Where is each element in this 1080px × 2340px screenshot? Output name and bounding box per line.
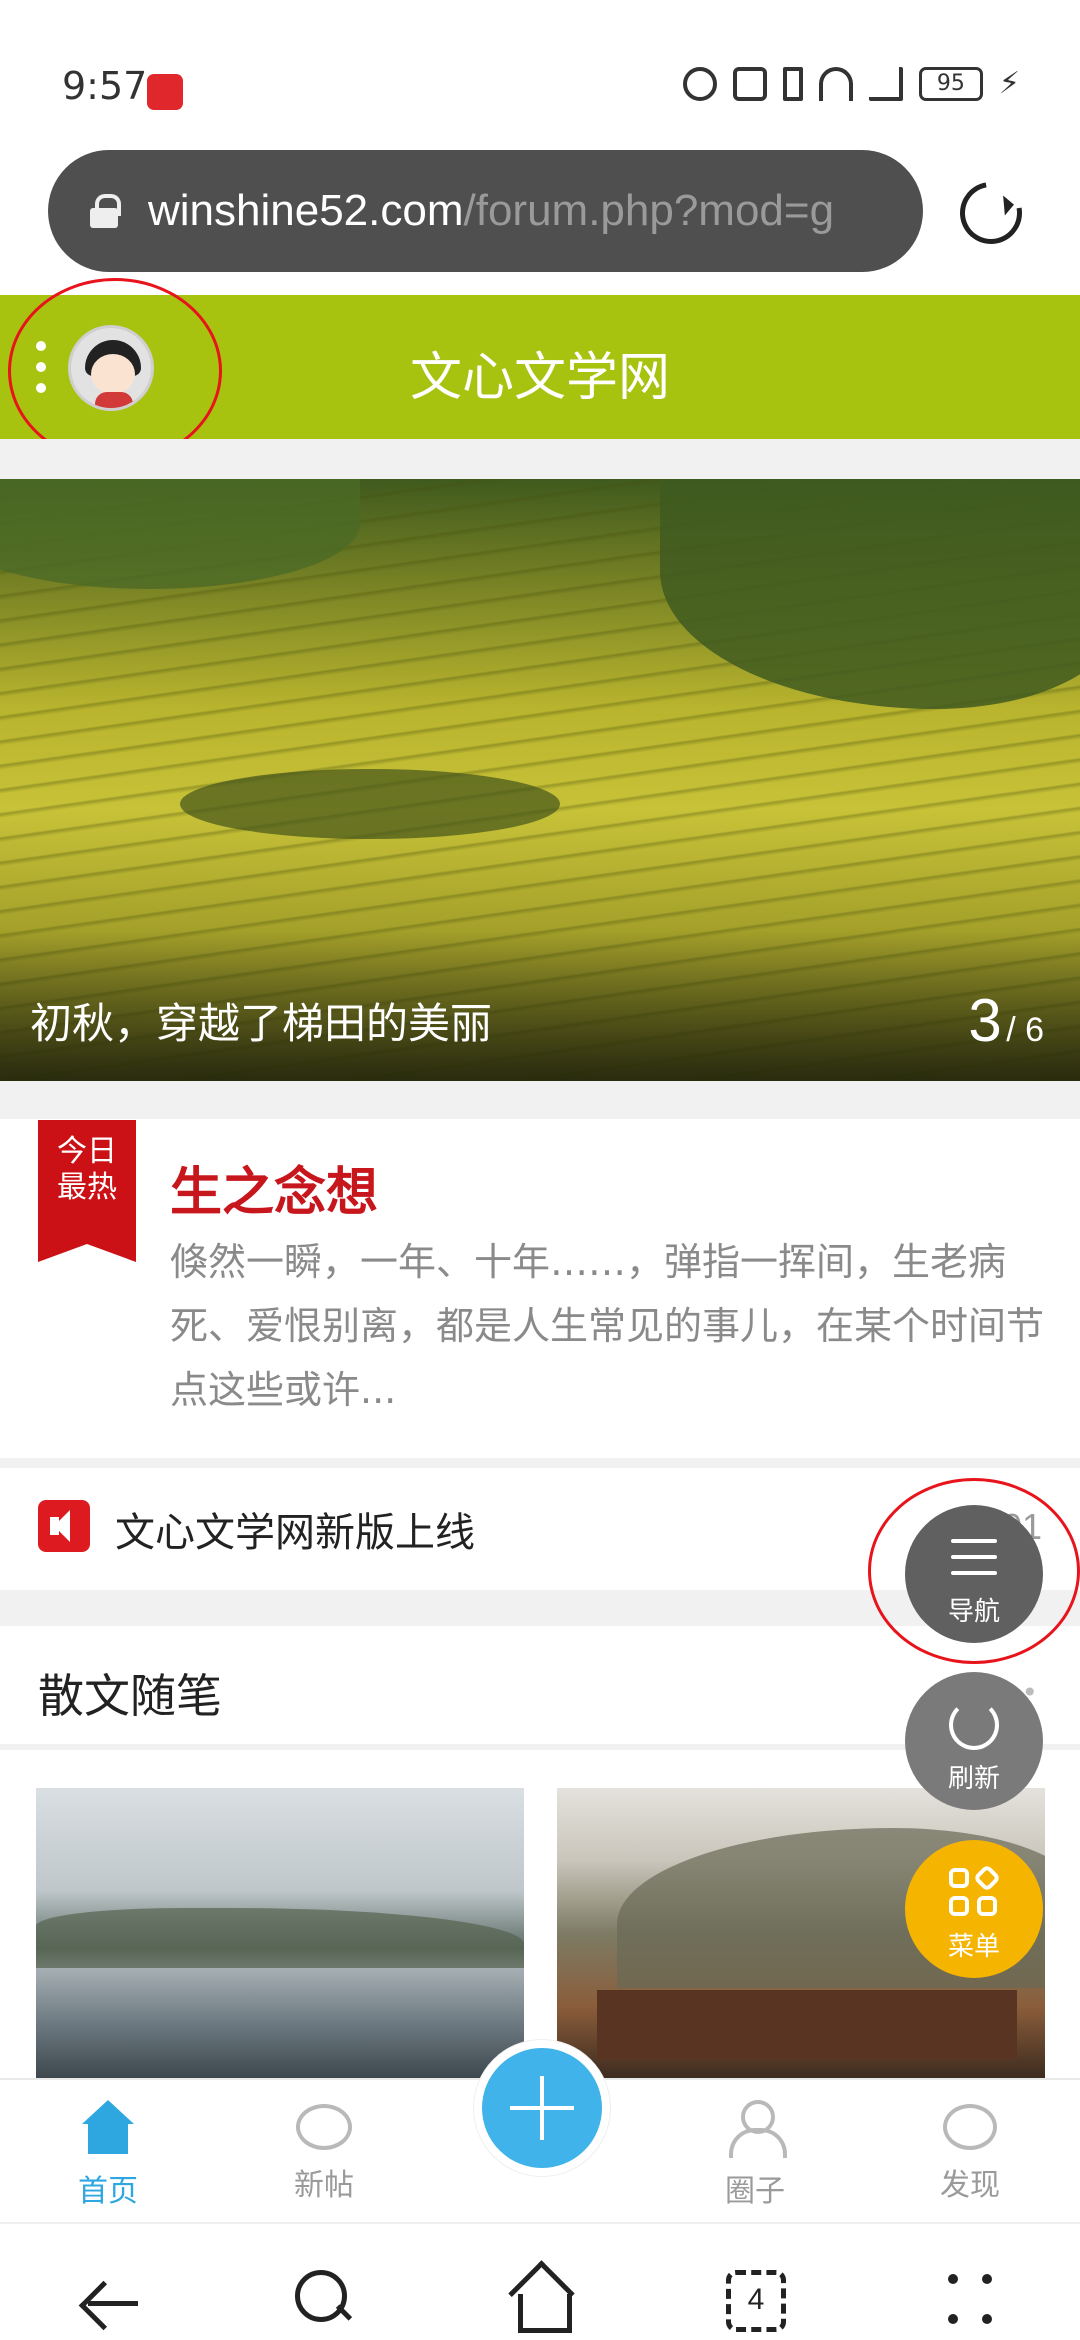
refresh-fab-button[interactable]: 刷新 xyxy=(905,1672,1043,1810)
people-icon xyxy=(725,2100,787,2158)
charging-icon: ⚡ xyxy=(998,66,1020,101)
status-time: 9:57 xyxy=(62,64,148,108)
notification-app-icon xyxy=(147,74,183,110)
article-thumbnail[interactable] xyxy=(36,1788,524,2080)
divider xyxy=(0,1458,1080,1468)
menu-fab-button[interactable]: 菜单 xyxy=(905,1840,1043,1978)
bluetooth-icon xyxy=(782,66,803,101)
menu-fab-label: 菜单 xyxy=(947,1932,1000,1962)
status-bar: 9:57 95 ⚡ xyxy=(0,0,1080,150)
nav-home-label: 首页 xyxy=(78,2174,138,2209)
annotation-circle-nav xyxy=(868,1478,1080,1664)
notice-text[interactable]: 文心文学网新版上线 xyxy=(115,1500,475,1558)
hot-badge-line2: 最热 xyxy=(57,1170,117,1205)
battery-icon: 95 xyxy=(918,66,983,101)
tabs-button[interactable]: 4 xyxy=(726,2270,786,2332)
nav-circles-label: 圈子 xyxy=(725,2174,785,2209)
refresh-fab-label: 刷新 xyxy=(947,1764,1000,1794)
url-path: /forum.php?mod=g xyxy=(463,186,835,235)
lock-icon xyxy=(90,194,121,228)
annotation-circle-avatar xyxy=(8,278,222,464)
divider xyxy=(0,439,1080,479)
divider xyxy=(0,1081,1080,1119)
home-icon xyxy=(78,2100,138,2156)
refresh-icon xyxy=(949,1700,999,1750)
speaker-icon xyxy=(38,1500,90,1552)
grid-icon xyxy=(949,1863,1002,1918)
nav-new-posts[interactable]: 新帖 xyxy=(254,2100,394,2204)
back-arrow-icon[interactable] xyxy=(80,2270,138,2326)
nav-new-posts-label: 新帖 xyxy=(294,2168,354,2203)
nav-home[interactable]: 首页 xyxy=(38,2100,178,2210)
hot-badge: 今日 最热 xyxy=(38,1120,136,1262)
banner-counter: 3 / 6 xyxy=(968,986,1044,1055)
reload-icon[interactable] xyxy=(947,169,1035,257)
hot-badge-line1: 今日 xyxy=(57,1134,117,1169)
more-apps-icon[interactable] xyxy=(948,2270,994,2330)
chat-icon xyxy=(296,2104,352,2150)
browser-nav-bar: 4 xyxy=(0,2222,1080,2340)
discover-icon xyxy=(943,2104,997,2150)
new-post-plus-button[interactable] xyxy=(474,2040,610,2176)
search-icon[interactable] xyxy=(295,2270,351,2326)
wifi-icon xyxy=(818,66,853,101)
address-bar[interactable]: winshine52.com/forum.php?mod=g xyxy=(48,150,923,272)
signal-icon xyxy=(868,66,903,101)
hot-article-title[interactable]: 生之念想 xyxy=(170,1150,378,1225)
nav-discover[interactable]: 发现 xyxy=(900,2100,1040,2204)
speed-icon xyxy=(682,66,717,101)
home-outline-icon[interactable] xyxy=(510,2270,572,2333)
banner-caption[interactable]: 初秋，穿越了梯田的美丽 xyxy=(30,990,492,1051)
section-title: 散文随笔 xyxy=(38,1669,222,1723)
nav-circles[interactable]: 圈子 xyxy=(685,2100,825,2210)
banner-current: 3 xyxy=(968,987,1002,1054)
nav-discover-label: 发现 xyxy=(940,2168,1000,2203)
banner-carousel[interactable]: 初秋，穿越了梯田的美丽 3 / 6 xyxy=(0,479,1080,1081)
url-text[interactable]: winshine52.com/forum.php?mod=g xyxy=(148,186,834,236)
status-icons: 95 ⚡ xyxy=(682,66,1020,101)
url-host: winshine52.com xyxy=(148,186,464,235)
hot-article-summary[interactable]: 倏然一瞬，一年、十年……，弹指一挥间，生老病死、爱恨别离，都是人生常见的事儿，在… xyxy=(170,1230,1050,1422)
nfc-icon xyxy=(732,66,767,101)
banner-total: / 6 xyxy=(1006,1011,1044,1049)
